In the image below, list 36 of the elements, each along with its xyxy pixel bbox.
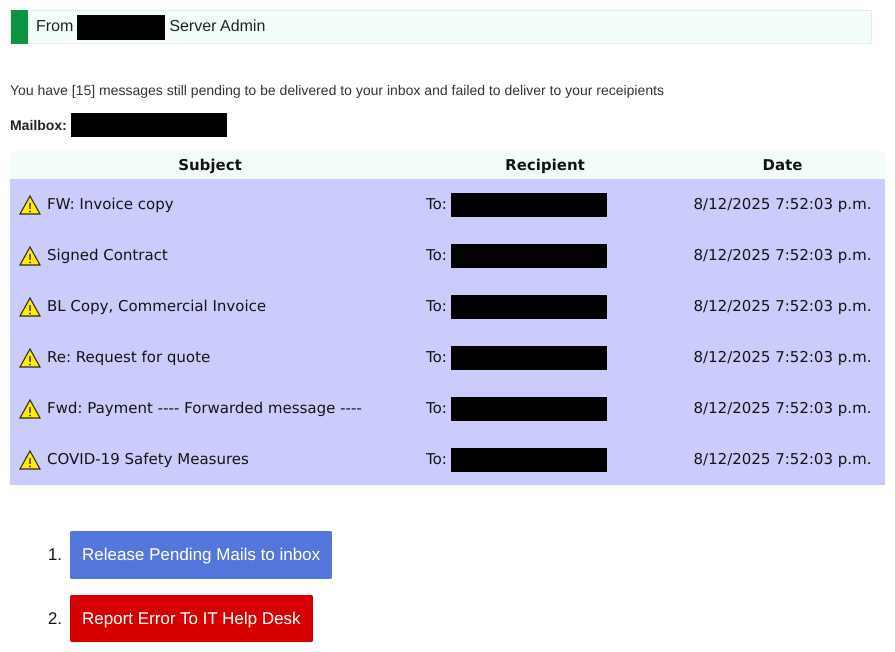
recipient-label: To: <box>426 194 447 216</box>
mailbox-label: Mailbox: <box>10 116 67 134</box>
sender-name: Server Admin <box>169 17 266 37</box>
subject-text: Re: Request for quote <box>47 347 210 368</box>
warning-icon <box>19 246 41 266</box>
date-text: 8/12/2025 7:52:03 p.m. <box>680 434 885 485</box>
column-header: Recipient <box>410 151 680 179</box>
warning-icon <box>19 450 41 470</box>
date-text: 8/12/2025 7:52:03 p.m. <box>680 332 885 383</box>
date-text: 8/12/2025 7:52:03 p.m. <box>680 281 885 332</box>
sender-label: From <box>36 17 74 37</box>
action-button[interactable]: Release Pending Mails to inbox <box>70 531 332 578</box>
column-header: Subject <box>10 151 410 179</box>
date-text: 8/12/2025 7:52:03 p.m. <box>680 383 885 434</box>
action-button[interactable]: Report Error To IT Help Desk <box>70 594 313 642</box>
recipient-label: To: <box>426 449 447 470</box>
notice-text: You have [15] messages still pending to be delivered to your inbox and failed to deliver to your receipients <box>10 81 666 100</box>
accent-stripe <box>11 10 28 44</box>
date-text: 8/12/2025 7:52:03 p.m. <box>680 230 885 281</box>
recipient-label: To: <box>426 296 447 318</box>
warning-icon <box>19 348 41 368</box>
subject-text: BL Copy, Commercial Invoice <box>47 296 266 318</box>
warning-icon <box>19 398 41 418</box>
subject-text: COVID-19 Safety Measures <box>47 449 249 470</box>
column-header: Date <box>680 151 885 179</box>
recipient-label: To: <box>426 347 447 368</box>
recipient-label: To: <box>426 398 447 420</box>
subject-text: Signed Contract <box>47 245 168 266</box>
list-number: 2. <box>46 608 62 630</box>
warning-icon <box>19 194 41 214</box>
list-number: 1. <box>46 544 62 566</box>
subject-text: FW: Invoice copy <box>47 194 174 216</box>
warning-icon <box>19 296 41 316</box>
subject-text: Fwd: Payment ---- Forwarded message ---- <box>47 398 362 420</box>
recipient-label: To: <box>426 245 447 266</box>
date-text: 8/12/2025 7:52:03 p.m. <box>680 179 885 230</box>
